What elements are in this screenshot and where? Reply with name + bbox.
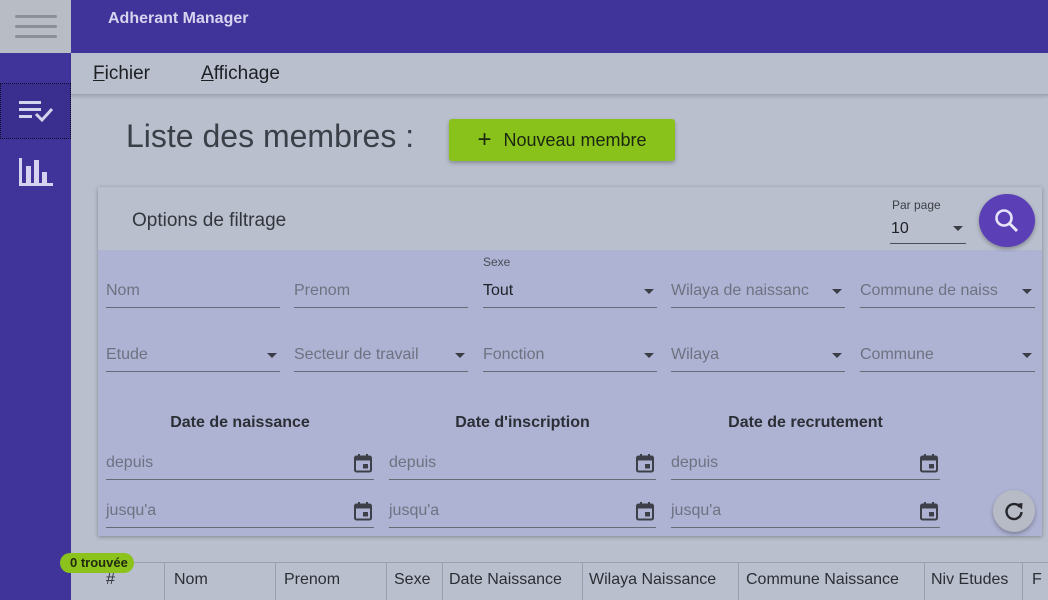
nav-statistics[interactable] — [0, 144, 71, 200]
date-recrutement-to-placeholder: jusqu'a — [671, 502, 722, 519]
nom-placeholder: Nom — [106, 282, 140, 299]
date-naissance-from[interactable]: depuis — [106, 450, 374, 480]
calendar-icon[interactable] — [353, 453, 373, 473]
chevron-down-icon — [644, 353, 654, 358]
column-divider — [442, 563, 443, 600]
sexe-label: Sexe — [483, 255, 511, 269]
menu-affichage[interactable]: Affichage — [201, 63, 280, 85]
search-icon — [995, 208, 1019, 232]
filter-panel-header: Options de filtrage Par page 10 — [98, 187, 1042, 250]
wilaya-naissance-select[interactable]: Wilaya de naissanc — [671, 278, 845, 308]
sexe-select[interactable]: Sexe Tout — [483, 255, 657, 308]
calendar-icon[interactable] — [635, 501, 655, 521]
menu-affichage-mnemonic: A — [201, 63, 214, 84]
column-divider — [1022, 563, 1023, 600]
app-title: Adherant Manager — [108, 10, 249, 27]
new-member-button[interactable]: + Nouveau membre — [449, 119, 675, 161]
column-divider — [386, 563, 387, 600]
wilaya-select[interactable]: Wilaya — [671, 342, 845, 372]
chevron-down-icon — [953, 226, 963, 231]
side-navigation-rail — [0, 0, 71, 600]
chevron-down-icon — [267, 353, 277, 358]
date-naissance-heading: Date de naissance — [170, 414, 310, 431]
column-header-sexe[interactable]: Sexe — [394, 571, 430, 589]
commune-naissance-select[interactable]: Commune de naiss — [860, 278, 1035, 308]
per-page-select[interactable]: 10 — [890, 215, 966, 244]
commune-naissance-placeholder: Commune de naiss — [860, 282, 998, 299]
column-divider — [924, 563, 925, 600]
column-header-fonction[interactable]: F — [1032, 571, 1042, 589]
prenom-placeholder: Prenom — [294, 282, 351, 299]
playlist-check-icon — [18, 101, 53, 123]
date-recrutement-from-placeholder: depuis — [671, 454, 719, 471]
filter-panel-title: Options de filtrage — [132, 210, 287, 231]
wilaya-placeholder: Wilaya — [671, 346, 720, 363]
column-header-date-naissance[interactable]: Date Naissance — [449, 571, 562, 589]
menu-icon[interactable] — [0, 0, 71, 53]
column-divider — [582, 563, 583, 600]
menu-bar: Fichier Affichage — [71, 53, 1048, 95]
fonction-select[interactable]: Fonction — [483, 342, 657, 372]
secteur-select[interactable]: Secteur de travail — [294, 342, 468, 372]
page-title: Liste des membres : — [126, 118, 415, 154]
etude-placeholder: Etude — [106, 346, 148, 363]
date-inscription-to-placeholder: jusqu'a — [389, 502, 440, 519]
app-bar: Adherant Manager — [71, 0, 1048, 53]
menu-fichier[interactable]: Fichier — [93, 63, 150, 85]
calendar-icon[interactable] — [353, 501, 373, 521]
nom-input[interactable]: Nom — [106, 278, 280, 308]
prenom-input[interactable]: Prenom — [294, 278, 468, 308]
menu-fichier-label: ichier — [104, 63, 151, 84]
chevron-down-icon — [832, 353, 842, 358]
search-button[interactable] — [979, 194, 1035, 247]
new-member-label: Nouveau membre — [503, 129, 647, 150]
column-header-commune-naissance[interactable]: Commune Naissance — [746, 571, 899, 589]
calendar-icon[interactable] — [919, 501, 939, 521]
chevron-down-icon — [644, 289, 654, 294]
wilaya-naissance-placeholder: Wilaya de naissanc — [671, 282, 809, 299]
secteur-placeholder: Secteur de travail — [294, 346, 419, 363]
chevron-down-icon — [832, 289, 842, 294]
column-header-index[interactable]: # — [106, 571, 115, 589]
column-divider — [275, 563, 276, 600]
column-header-nom[interactable]: Nom — [174, 571, 208, 589]
date-inscription-to[interactable]: jusqu'a — [389, 498, 656, 528]
bar-chart-icon — [18, 158, 53, 186]
date-inscription-heading: Date d'inscription — [455, 414, 590, 431]
column-divider — [738, 563, 739, 600]
per-page-value: 10 — [891, 220, 909, 237]
fonction-placeholder: Fonction — [483, 346, 545, 363]
filter-panel: Options de filtrage Par page 10 Nom Pren… — [98, 187, 1042, 536]
chevron-down-icon — [455, 353, 465, 358]
date-recrutement-from[interactable]: depuis — [671, 450, 940, 480]
date-recrutement-heading: Date de recrutement — [728, 414, 883, 431]
results-count-badge: 0 trouvée — [60, 553, 134, 573]
column-header-prenom[interactable]: Prenom — [284, 571, 340, 589]
menu-affichage-label: ffichage — [213, 63, 280, 84]
date-inscription-from-placeholder: depuis — [389, 454, 437, 471]
commune-placeholder: Commune — [860, 346, 934, 363]
date-naissance-to-placeholder: jusqu'a — [106, 502, 157, 519]
plus-icon: + — [477, 126, 492, 153]
nav-members-list[interactable] — [0, 83, 71, 139]
chevron-down-icon — [1022, 353, 1032, 358]
refresh-icon — [1005, 502, 1023, 521]
sexe-value: Tout — [483, 282, 514, 299]
column-header-niv-etudes[interactable]: Niv Etudes — [931, 571, 1008, 589]
column-divider — [164, 563, 165, 600]
per-page-label: Par page — [892, 198, 941, 212]
date-naissance-to[interactable]: jusqu'a — [106, 498, 374, 528]
calendar-icon[interactable] — [635, 453, 655, 473]
date-inscription-from[interactable]: depuis — [389, 450, 656, 480]
column-header-wilaya-naissance[interactable]: Wilaya Naissance — [589, 571, 716, 589]
date-naissance-from-placeholder: depuis — [106, 454, 154, 471]
table-header: # Nom Prenom Sexe Date Naissance Wilaya … — [98, 562, 1048, 600]
chevron-down-icon — [1022, 289, 1032, 294]
commune-select[interactable]: Commune — [860, 342, 1035, 372]
reset-filters-button[interactable] — [993, 490, 1035, 532]
date-recrutement-to[interactable]: jusqu'a — [671, 498, 940, 528]
etude-select[interactable]: Etude — [106, 342, 280, 372]
calendar-icon[interactable] — [919, 453, 939, 473]
menu-fichier-mnemonic: F — [93, 63, 105, 84]
